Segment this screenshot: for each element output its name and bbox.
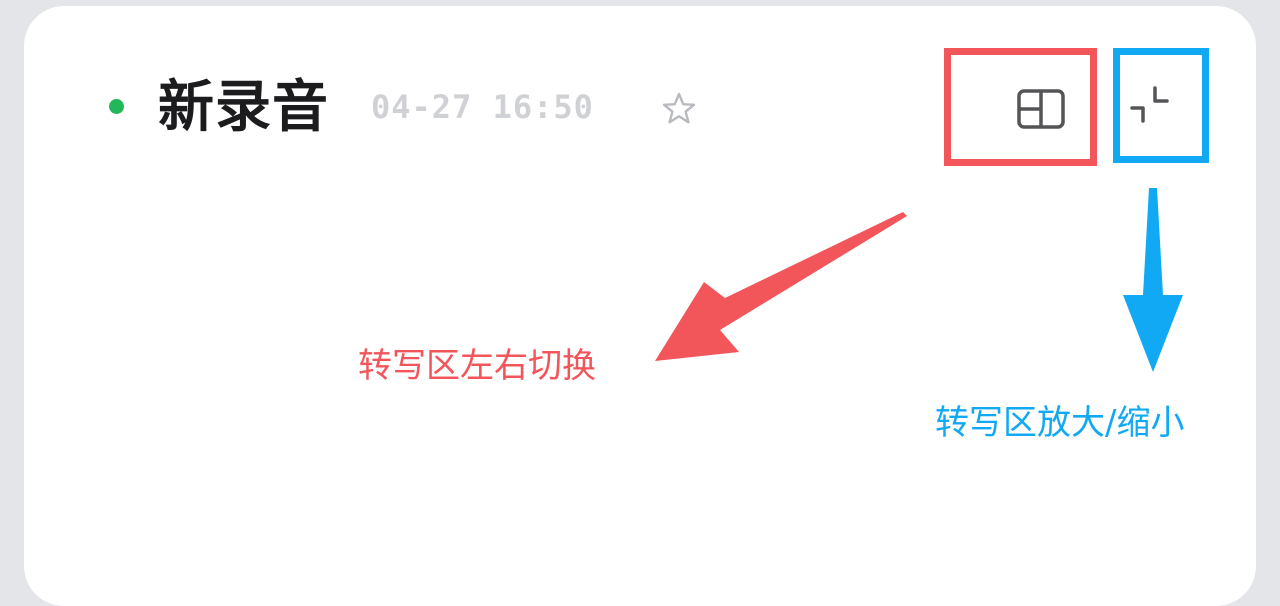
split-toggle-annotation: 转写区左右切换	[358, 346, 596, 386]
minimize-highlight	[1113, 48, 1209, 163]
recording-title[interactable]: 新录音	[158, 72, 329, 144]
star-icon[interactable]	[660, 90, 698, 128]
status-dot	[109, 99, 124, 114]
split-toggle-highlight	[944, 48, 1097, 166]
resize-annotation: 转写区放大/缩小	[935, 403, 1185, 443]
recording-timestamp: 04-27 16:50	[371, 88, 594, 126]
